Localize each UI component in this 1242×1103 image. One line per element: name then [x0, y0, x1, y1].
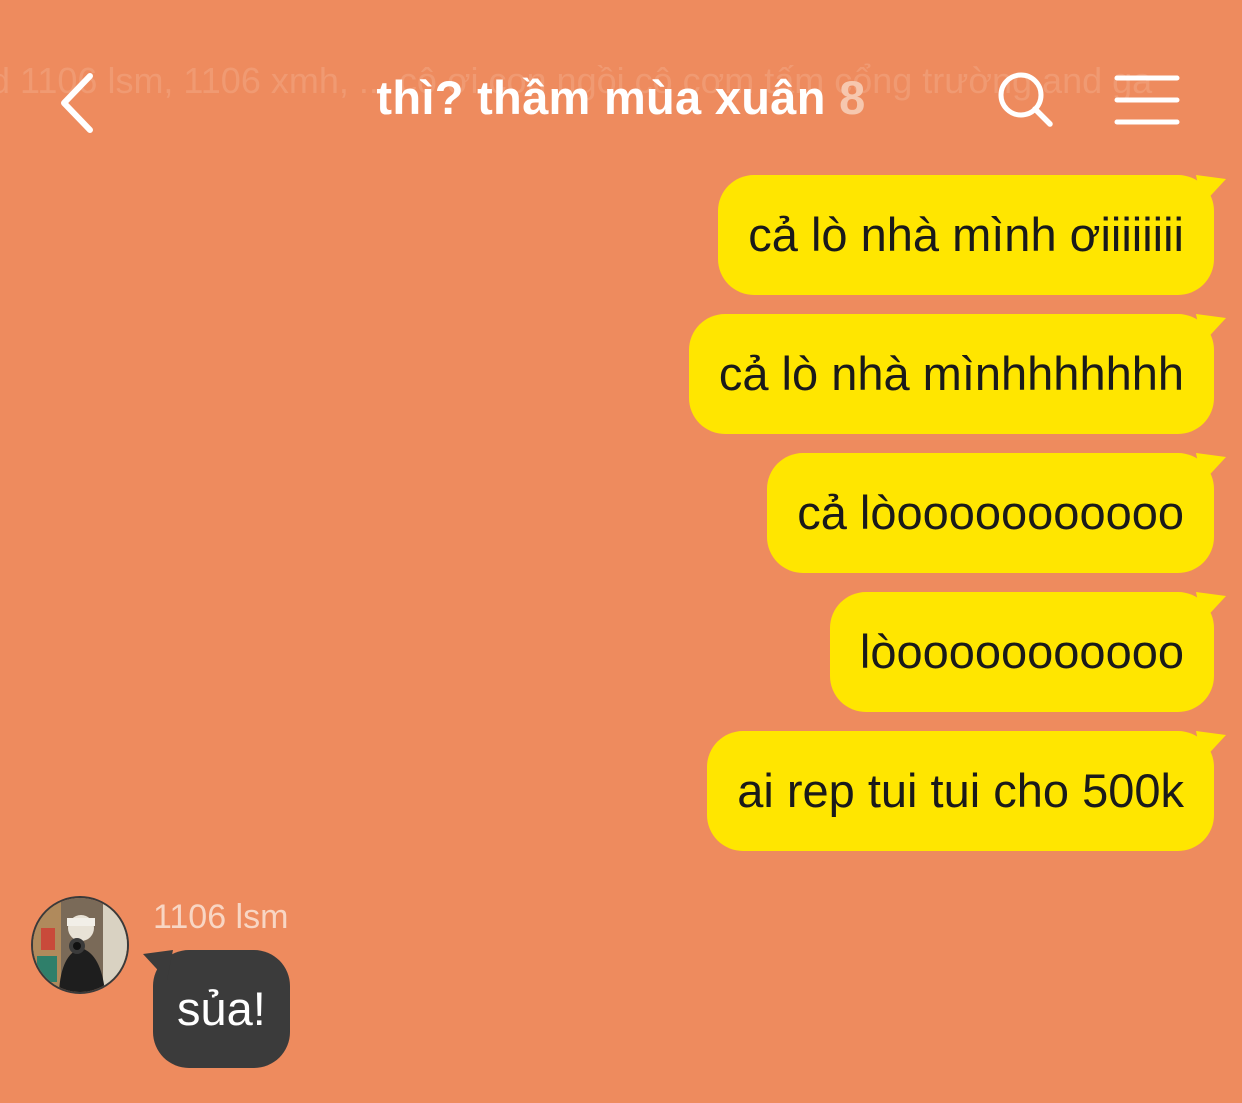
search-button[interactable] [994, 68, 1058, 132]
sent-message[interactable]: cả lòooooooooooo [767, 453, 1226, 573]
bubble-tail [1196, 592, 1226, 622]
sent-bubble: lòooooooooooo [829, 592, 1226, 712]
sender-name: 1106 lsm [153, 898, 289, 936]
received-message-text: sủa! [177, 982, 266, 1035]
avatar-photo [33, 898, 127, 992]
received-message[interactable]: sủa! [143, 950, 290, 1068]
sent-message[interactable]: ai rep tui tui cho 500k [707, 731, 1226, 851]
sent-message[interactable]: cả lò nhà mình ơiiiiiiii [718, 175, 1226, 295]
sent-bubble: cả lòooooooooooo [767, 453, 1226, 573]
sent-message-text: cả lòooooooooooo [797, 486, 1184, 539]
chat-title-text: thì? thầm mùa xuân [376, 71, 826, 124]
sent-bubble: cả lò nhà mìnhhhhhhh [688, 314, 1226, 434]
sent-bubble: ai rep tui tui cho 500k [707, 731, 1226, 851]
bubble-tail [1196, 731, 1226, 761]
search-icon [998, 72, 1053, 127]
sent-bubble: cả lò nhà mình ơiiiiiiii [718, 175, 1226, 295]
avatar[interactable] [31, 896, 129, 994]
sent-message-text: ai rep tui tui cho 500k [737, 764, 1184, 817]
sent-message-text: lòooooooooooo [859, 625, 1184, 678]
hamburger-menu-icon [1114, 75, 1180, 125]
chat-header: d 1106 lsm, 1106 xmh, ... cô ơi con ngồi… [0, 0, 1242, 170]
bubble-tail [1196, 175, 1226, 205]
bubble-tail [1196, 453, 1226, 483]
sent-message-text: cả lò nhà mìnhhhhhhh [718, 347, 1184, 400]
sent-message-text: cả lò nhà mình ơiiiiiiii [748, 208, 1184, 261]
bubble-tail [1196, 314, 1226, 344]
bubble-tail [143, 950, 173, 980]
sent-message[interactable]: cả lò nhà mìnhhhhhhh [688, 314, 1226, 434]
menu-button[interactable] [1112, 72, 1182, 130]
sent-message[interactable]: lòooooooooooo [829, 592, 1226, 712]
member-count: 8 [839, 71, 866, 124]
